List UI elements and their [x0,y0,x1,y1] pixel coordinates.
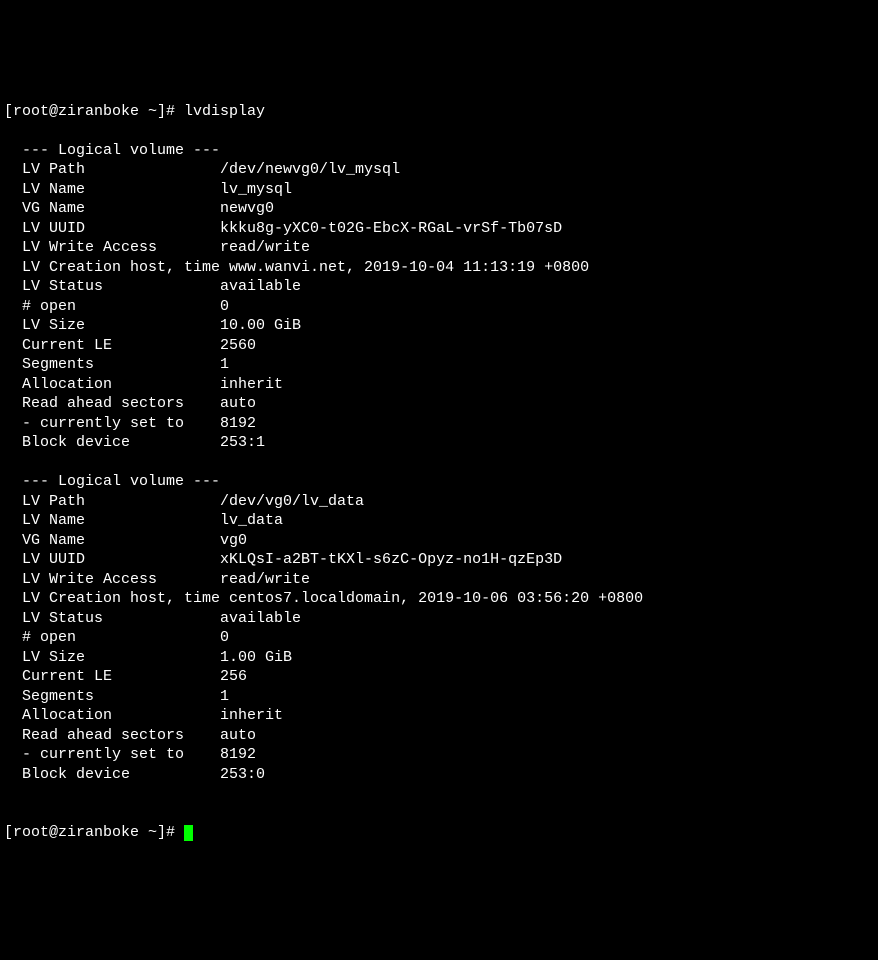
lv-field-row: LV Write Access read/write [4,570,874,590]
lv-field-row: LV Size 10.00 GiB [4,316,874,336]
lv-field-row: - currently set to 8192 [4,745,874,765]
lv-field-row: Read ahead sectors auto [4,726,874,746]
lv-header: --- Logical volume --- [4,141,874,161]
shell-prompt: [root@ziranboke ~]# [4,102,184,122]
lv-field-row: Read ahead sectors auto [4,394,874,414]
lv-field-row: - currently set to 8192 [4,414,874,434]
lv-field-row: VG Name newvg0 [4,199,874,219]
lv-field-row: LV Name lv_mysql [4,180,874,200]
lv-field-row: LV Size 1.00 GiB [4,648,874,668]
lv-field-row: LV Name lv_data [4,511,874,531]
command-line-1: [root@ziranboke ~]# lvdisplay [4,102,874,122]
lv-field-row: Current LE 2560 [4,336,874,356]
blank-line [4,453,874,473]
terminal-output[interactable]: [root@ziranboke ~]# lvdisplay --- Logica… [4,82,874,862]
lv-field-row: LV Status available [4,609,874,629]
command-line-2[interactable]: [root@ziranboke ~]# [4,823,874,843]
lv-field-row: LV UUID xKLQsI-a2BT-tKXl-s6zC-Opyz-no1H-… [4,550,874,570]
lv-field-row: Block device 253:1 [4,433,874,453]
command-text: lvdisplay [184,102,265,122]
lv-header: --- Logical volume --- [4,472,874,492]
lv-field-row: # open 0 [4,297,874,317]
lv-field-row: LV Creation host, time centos7.localdoma… [4,589,874,609]
cursor-icon [184,825,193,841]
lv-field-row: Block device 253:0 [4,765,874,785]
lv-field-row: # open 0 [4,628,874,648]
lv-field-row: LV Creation host, time www.wanvi.net, 20… [4,258,874,278]
lv-field-row: LV UUID kkku8g-yXC0-t02G-EbcX-RGaL-vrSf-… [4,219,874,239]
lv-field-row: VG Name vg0 [4,531,874,551]
lv-field-row: LV Status available [4,277,874,297]
shell-prompt: [root@ziranboke ~]# [4,823,184,843]
lv-field-row: LV Path /dev/vg0/lv_data [4,492,874,512]
blank-line [4,784,874,804]
lv-field-row: LV Write Access read/write [4,238,874,258]
lv-field-row: Segments 1 [4,687,874,707]
lv-field-row: Allocation inherit [4,375,874,395]
lv-field-row: Allocation inherit [4,706,874,726]
lv-field-row: Current LE 256 [4,667,874,687]
lv-field-row: Segments 1 [4,355,874,375]
lv-field-row: LV Path /dev/newvg0/lv_mysql [4,160,874,180]
